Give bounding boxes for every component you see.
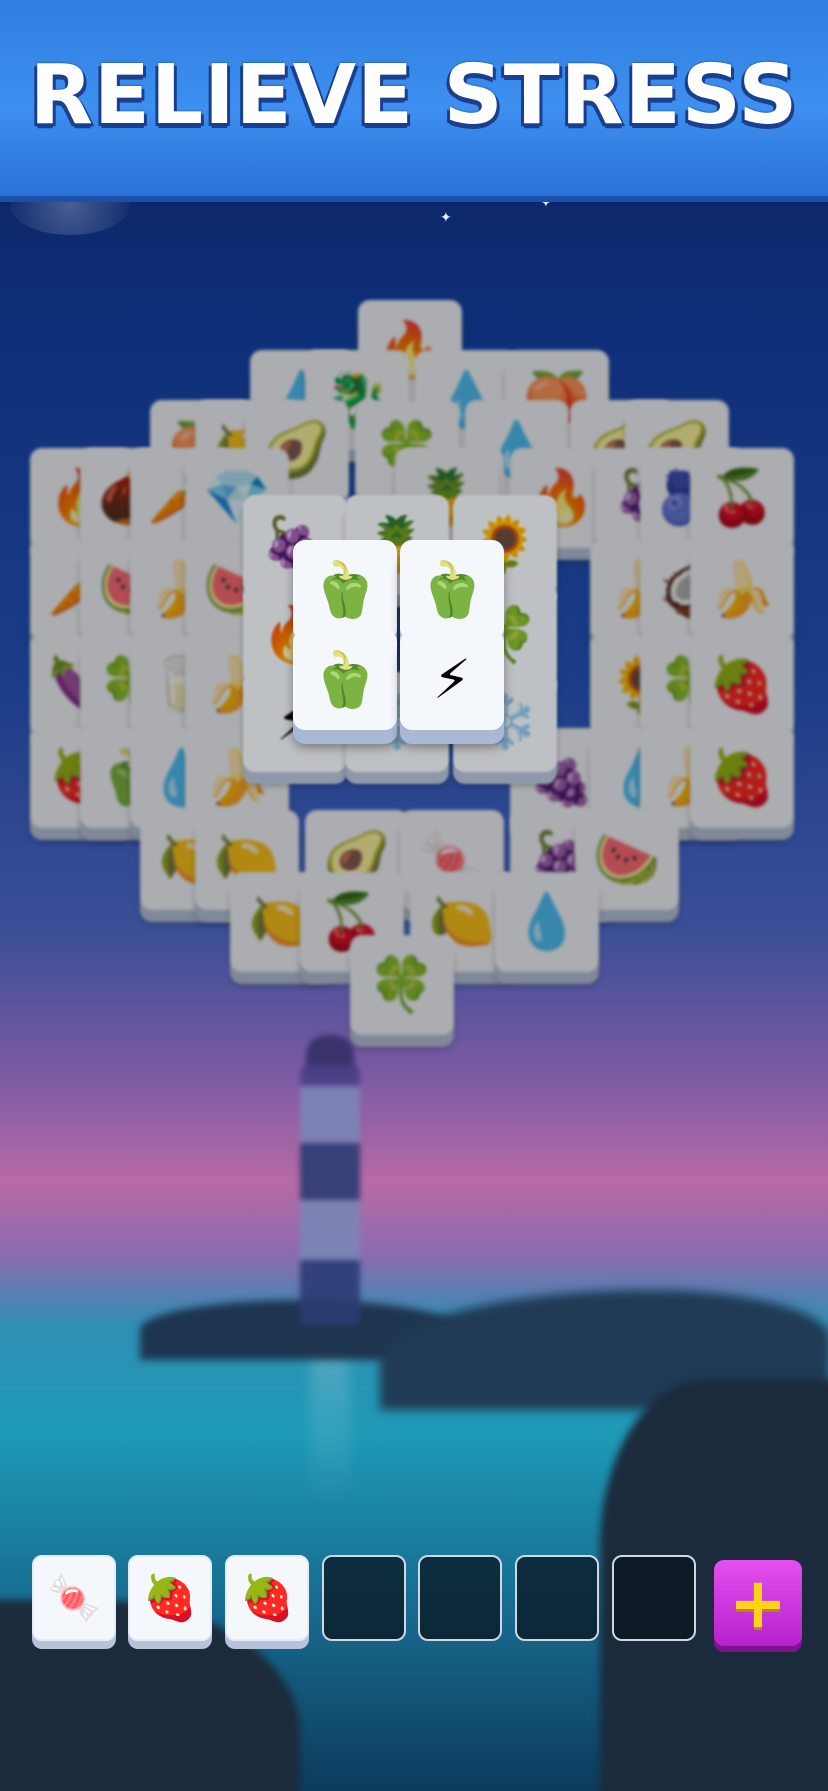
plus-icon: + xyxy=(728,1562,788,1644)
cherry-icon: 🍒 xyxy=(708,466,776,529)
tile-pepper[interactable]: 🫑 xyxy=(293,540,397,640)
add-slot-button[interactable]: + xyxy=(714,1560,802,1646)
strawberry-icon: 🍓 xyxy=(239,1573,295,1624)
pepper-icon: 🫑 xyxy=(418,558,486,621)
strawberry-icon: 🍓 xyxy=(142,1573,198,1624)
tile-tray: 🍬 🍓 🍓 xyxy=(0,1555,828,1655)
tile-strawberry[interactable]: 🍓 xyxy=(690,635,794,735)
tray-slot-strawberry: 🍓 xyxy=(225,1555,309,1641)
bolt-icon: ⚡ xyxy=(433,648,471,711)
tile-clover[interactable]: 🍀 xyxy=(350,935,454,1035)
tile-pepper[interactable]: 🫑 xyxy=(293,630,397,730)
strawberry-icon: 🍓 xyxy=(708,746,776,809)
tray-slot-empty xyxy=(322,1555,406,1641)
watermelon-icon: 🍉 xyxy=(593,828,661,891)
tile-drop[interactable]: 💧 xyxy=(495,872,599,972)
tray-slot-empty xyxy=(515,1555,599,1641)
pepper-icon: 🫑 xyxy=(311,648,379,711)
tile-bolt[interactable]: ⚡ xyxy=(400,630,504,730)
tray-slot-strawberry: 🍓 xyxy=(128,1555,212,1641)
candy-icon: 🍬 xyxy=(46,1573,102,1624)
drop-icon: 💧 xyxy=(513,890,581,953)
tray-slot-empty xyxy=(418,1555,502,1641)
tile-cherry[interactable]: 🍒 xyxy=(690,448,794,548)
tile-strawberry[interactable]: 🍓 xyxy=(690,728,794,828)
strawberry-icon: 🍓 xyxy=(708,653,776,716)
banana-icon: 🍌 xyxy=(708,558,776,621)
clover-icon: 🍀 xyxy=(368,953,436,1016)
tile-board: 🔥💧🐉💧🍑🍑🍋🥑🍀💧🥑🥑🔥🌰🥕💎🍍🍍🔥🍇🫐🍒🥕🍉🍌🍉🍌🥥🍌🍆🍀🥛🍌🌻🍀🍓🍓🫑💧🍌… xyxy=(0,0,828,1791)
tile-pepper[interactable]: 🫑 xyxy=(400,540,504,640)
pepper-icon: 🫑 xyxy=(311,558,379,621)
tile-banana[interactable]: 🍌 xyxy=(690,540,794,640)
tray-slot-empty xyxy=(612,1555,696,1641)
tray-slot-candy: 🍬 xyxy=(32,1555,116,1641)
